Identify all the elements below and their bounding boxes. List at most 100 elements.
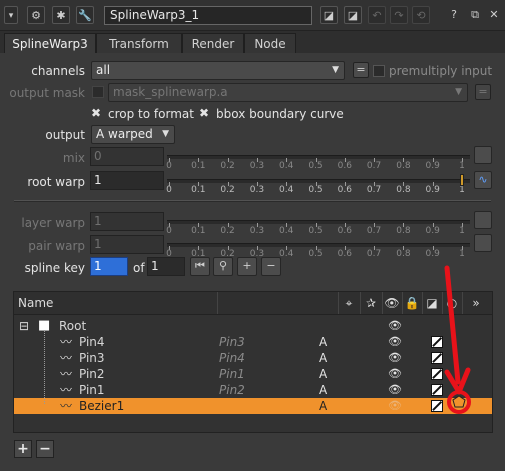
slider-tick-label: 1 (459, 185, 465, 195)
premultiply-label: premultiply input (389, 64, 493, 78)
output-mask-menu-button[interactable]: = (475, 84, 491, 100)
color-swatch-2-icon[interactable]: ◪ (344, 6, 362, 24)
curve-row[interactable]: 〰 Pin4 Pin3 A 👁 (14, 334, 492, 350)
star-icon[interactable]: ✰ (360, 292, 383, 314)
slider-tick-label: 0.3 (249, 185, 265, 195)
slider-track[interactable] (167, 179, 470, 183)
curve-row[interactable]: 〰 Pin1 Pin2 A 👁 (14, 382, 492, 398)
slider-tick-label: 1 (459, 161, 465, 171)
delete-key-icon[interactable]: − (261, 257, 281, 276)
layer-warp-curve-button[interactable] (474, 211, 492, 229)
color-box-icon[interactable] (431, 368, 443, 380)
tab-node[interactable]: Node (244, 33, 296, 53)
add-key-icon[interactable]: ⚲ (213, 257, 233, 276)
slider-tick-label: 0.4 (279, 185, 294, 195)
channels-dropdown[interactable]: all ▼ (91, 61, 345, 80)
root-warp-field[interactable]: 1 (90, 171, 164, 190)
channels-value: all (96, 63, 111, 77)
curve-blend[interactable]: A (319, 382, 327, 398)
root-warp-slider[interactable]: 0 0.1 0.2 0.3 0.4 0.5 0.6 0.7 0.8 0.9 1 (166, 173, 470, 199)
collapse-icon[interactable]: ▾ (4, 6, 18, 24)
color-icon[interactable]: ◪ (422, 292, 443, 314)
curve-row[interactable]: ■ ⊟ Root 👁 (14, 318, 492, 334)
channels-menu-button[interactable]: = (353, 62, 369, 78)
redo-icon[interactable]: ↷ (390, 6, 408, 24)
eye-icon[interactable]: 👁 (382, 292, 403, 314)
pin-shape-icon: 〰 (60, 367, 73, 381)
visibility-eye-icon[interactable]: 👁 (388, 398, 402, 414)
question-icon[interactable]: ? (445, 6, 463, 24)
slider-tick-label: 0.8 (396, 249, 411, 259)
visibility-eye-icon[interactable]: 👁 (388, 334, 402, 350)
undo-icon[interactable]: ↶ (368, 6, 386, 24)
loop-icon[interactable]: ○ (442, 292, 463, 314)
curves-panel: Name ⌖ ✰ 👁 🔒 ◪ ○ » ■ ⊟ Root 👁 〰 Pin4 Pin3 A 👁 〰 Pi… (13, 291, 493, 433)
curve-row[interactable]: 〰 Bezier1 A 👁 (14, 398, 492, 414)
tab-transform[interactable]: Transform (96, 33, 182, 53)
float-icon[interactable]: ⧉ (466, 6, 484, 24)
slider-tick-label: 0.4 (279, 249, 294, 259)
premultiply-checkbox[interactable] (373, 65, 385, 77)
more-icon[interactable]: » (462, 292, 490, 314)
output-mask-checkbox[interactable] (92, 86, 104, 98)
add-curve-button[interactable]: + (14, 440, 32, 458)
remove-curve-button[interactable]: − (36, 440, 54, 458)
curve-blend[interactable]: A (319, 366, 327, 382)
pair-warp-curve-button[interactable] (474, 234, 492, 252)
node-name-field[interactable]: SplineWarp3_1 (104, 6, 312, 25)
pin-shape-icon: 〰 (60, 383, 73, 397)
slider-track[interactable] (167, 155, 470, 159)
slider-tick-label: 0.6 (337, 185, 352, 195)
curve-row[interactable]: 〰 Pin2 Pin1 A 👁 (14, 366, 492, 382)
pair-warp-field[interactable]: 1 (90, 235, 164, 254)
add-key-plus-icon[interactable]: + (237, 257, 257, 276)
tab-render[interactable]: Render (182, 33, 244, 53)
bbox-checkmark-icon[interactable]: ✖ (199, 106, 209, 120)
close-icon[interactable]: ✕ (485, 6, 503, 24)
of-field[interactable]: 1 (147, 257, 185, 276)
first-key-icon[interactable]: ⏮ (190, 257, 210, 276)
color-box-icon[interactable] (431, 336, 443, 348)
visibility-eye-icon[interactable]: 👁 (388, 318, 402, 334)
curve-row[interactable]: 〰 Pin3 Pin4 A 👁 (14, 350, 492, 366)
curve-blend[interactable]: A (319, 350, 327, 366)
slider-track[interactable] (167, 220, 470, 224)
title-bar: ▾ ⚙ ✱ 🔧 SplineWarp3_1 ◪ ◪ ↶ ↷ ⟲ ? ⧉ ✕ (0, 0, 505, 31)
revert-icon[interactable]: ⟲ (412, 6, 430, 24)
output-mask-dropdown[interactable]: mask_splinewarp.a ▼ (108, 83, 468, 102)
crop-checkmark-icon[interactable]: ✖ (91, 106, 101, 120)
mix-field[interactable]: 0 (90, 147, 164, 166)
wrench-icon[interactable]: 🔧 (76, 6, 94, 24)
layer-warp-field[interactable]: 1 (90, 212, 164, 231)
pin-shape-icon: 〰 (60, 351, 73, 365)
tab-splinewarp[interactable]: SplineWarp3 (4, 33, 96, 53)
color-swatch-icon[interactable]: ◪ (320, 6, 338, 24)
curve-icon[interactable]: ∿ (474, 171, 492, 189)
spline-key-field[interactable]: 1 (90, 257, 128, 276)
output-dropdown[interactable]: A warped ▼ (91, 125, 175, 144)
color-box-icon[interactable] (431, 352, 443, 364)
curve-link: Pin1 (219, 367, 245, 381)
bug-icon[interactable]: ✱ (52, 6, 70, 24)
slider-tick-label: 1 (459, 249, 465, 259)
expand-toggle-icon[interactable]: ⊟ (19, 318, 29, 334)
slider-tick-label: 0.2 (220, 226, 235, 236)
color-box-icon[interactable] (431, 400, 443, 412)
lock-icon[interactable]: 🔒 (402, 292, 423, 314)
curve-blend[interactable]: A (319, 334, 327, 350)
slider-handle[interactable] (460, 174, 464, 186)
gear-icon[interactable]: ⚙ (27, 6, 45, 24)
curve-blend[interactable]: A (319, 398, 327, 414)
mix-curve-button[interactable] (474, 146, 492, 164)
visibility-eye-icon[interactable]: 👁 (388, 350, 402, 366)
visibility-eye-icon[interactable]: 👁 (388, 366, 402, 382)
color-box-icon[interactable] (431, 384, 443, 396)
mix-slider[interactable]: 0 0.1 0.2 0.3 0.4 0.5 0.6 0.7 0.8 0.9 1 (166, 149, 470, 175)
curve-link: Pin2 (219, 383, 245, 397)
slider-tick-label: 0.5 (308, 185, 323, 195)
visibility-eye-icon[interactable]: 👁 (388, 382, 402, 398)
slider-tick-label: 0.6 (337, 161, 352, 171)
crosshair-icon[interactable]: ⌖ (338, 292, 361, 314)
name-column-header[interactable]: Name (14, 292, 218, 314)
slider-track[interactable] (167, 243, 470, 247)
